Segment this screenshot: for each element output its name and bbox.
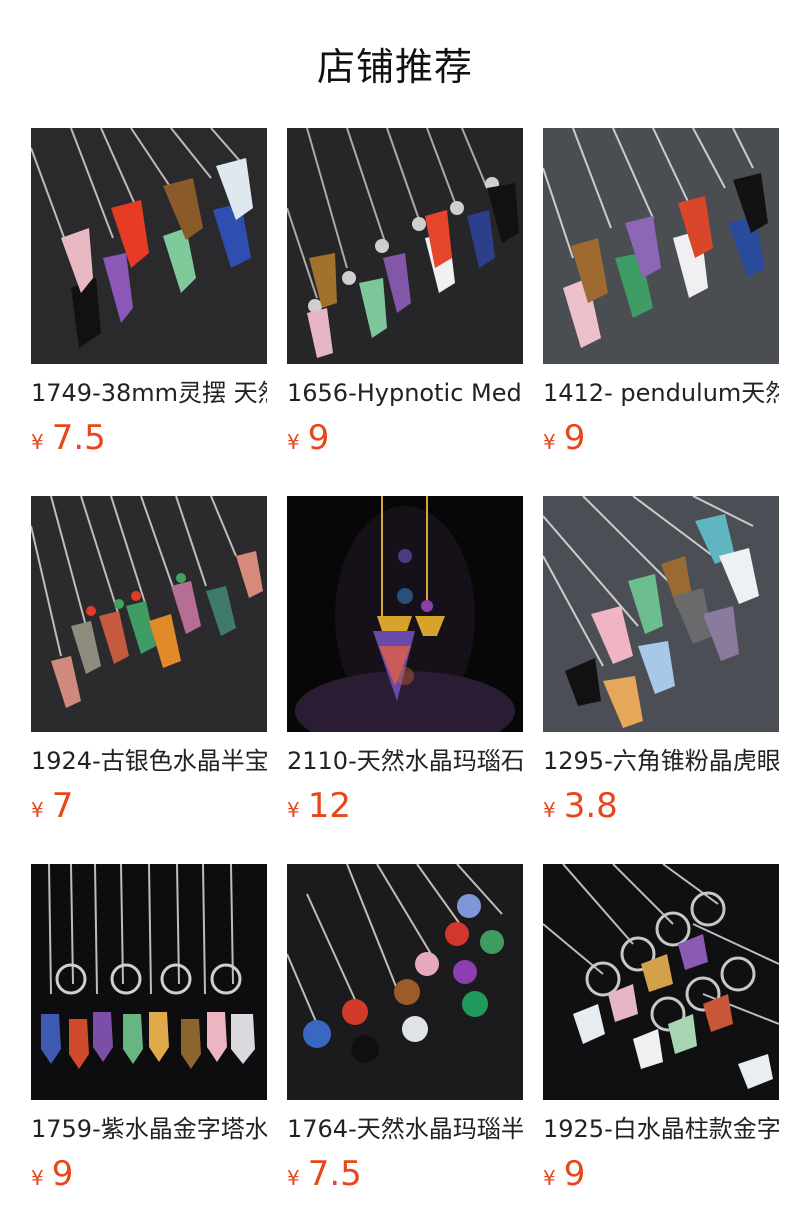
product-name[interactable]: 1764-天然水晶玛瑙半宝石 (287, 1112, 523, 1146)
crystal-pendulum-image (543, 128, 779, 364)
product-name[interactable]: 1749-38mm灵摆 天然水晶 (31, 376, 267, 410)
crystal-pendulum-image (31, 128, 267, 364)
crystal-pendulum-image (287, 864, 523, 1100)
product-image[interactable] (31, 496, 267, 732)
product-card[interactable]: 1764-天然水晶玛瑙半宝石 ¥7.5 (287, 864, 523, 1194)
product-image[interactable] (543, 496, 779, 732)
product-card[interactable]: 1759-紫水晶金字塔水晶 ¥9 (31, 864, 267, 1194)
product-price: ¥7.5 (31, 418, 106, 458)
product-name[interactable]: 1924-古银色水晶半宝石 (31, 744, 267, 778)
crystal-pendulum-image (31, 864, 267, 1100)
crystal-pendulum-image (287, 128, 523, 364)
product-image[interactable] (31, 864, 267, 1100)
product-price: ¥7 (31, 786, 74, 826)
product-price: ¥12 (287, 786, 351, 826)
product-name[interactable]: 2110-天然水晶玛瑙石 (287, 744, 523, 778)
product-price: ¥9 (543, 418, 586, 458)
product-price: ¥3.8 (543, 786, 618, 826)
product-price: ¥7.5 (287, 1154, 362, 1194)
product-card[interactable]: 1925-白水晶柱款金字塔 ¥9 (543, 864, 779, 1194)
product-image[interactable] (287, 496, 523, 732)
product-image[interactable] (543, 128, 779, 364)
product-price: ¥9 (287, 418, 330, 458)
product-price: ¥9 (31, 1154, 74, 1194)
product-card[interactable]: 1412- pendulum天然水晶 ¥9 (543, 128, 779, 458)
product-image[interactable] (287, 128, 523, 364)
product-image[interactable] (543, 864, 779, 1100)
product-price: ¥9 (543, 1154, 586, 1194)
product-card[interactable]: 1749-38mm灵摆 天然水晶 ¥7.5 (31, 128, 267, 458)
product-image[interactable] (31, 128, 267, 364)
product-card[interactable]: 2110-天然水晶玛瑙石 ¥12 (287, 496, 523, 826)
crystal-pendulum-image (287, 496, 523, 732)
product-name[interactable]: 1656-Hypnotic Meditation (287, 376, 523, 410)
product-card[interactable]: 1295-六角锥粉晶虎眼石 ¥3.8 (543, 496, 779, 826)
product-image[interactable] (287, 864, 523, 1100)
product-name[interactable]: 1412- pendulum天然水晶 (543, 376, 779, 410)
crystal-pendulum-image (543, 864, 779, 1100)
product-name[interactable]: 1925-白水晶柱款金字塔 (543, 1112, 779, 1146)
product-name[interactable]: 1295-六角锥粉晶虎眼石 (543, 744, 779, 778)
product-card[interactable]: 1656-Hypnotic Meditation ¥9 (287, 128, 523, 458)
crystal-pendulum-image (543, 496, 779, 732)
product-card[interactable]: 1924-古银色水晶半宝石 ¥7 (31, 496, 267, 826)
crystal-pendulum-image (31, 496, 267, 732)
product-name[interactable]: 1759-紫水晶金字塔水晶 (31, 1112, 267, 1146)
page-title: 店铺推荐 (316, 45, 473, 89)
